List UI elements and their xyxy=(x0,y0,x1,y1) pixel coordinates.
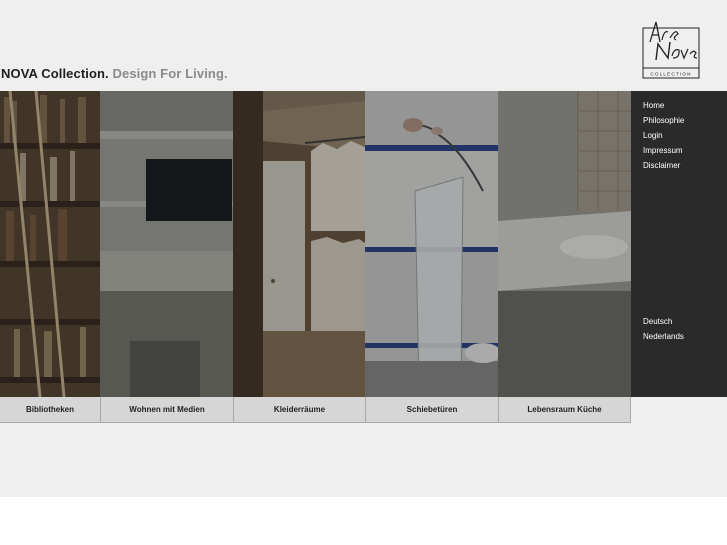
svg-text:COLLECTION: COLLECTION xyxy=(650,72,691,77)
side-menu: Home Philosophie Login Impressum Disclai… xyxy=(631,91,727,397)
tab-schiebetueren[interactable]: Schiebetüren xyxy=(365,397,499,423)
image-bibliotheken[interactable] xyxy=(0,91,100,397)
lang-nederlands[interactable]: Nederlands xyxy=(643,332,684,341)
image-schiebetueren[interactable] xyxy=(365,91,498,397)
site-tagline: NOVA Collection. Design For Living. xyxy=(1,66,228,81)
nav-impressum[interactable]: Impressum xyxy=(643,146,683,155)
category-tabs: Bibliotheken Wohnen mit Medien Kleiderrä… xyxy=(0,397,631,423)
ars-nova-logo[interactable]: COLLECTION xyxy=(642,16,700,80)
category-image-strip xyxy=(0,91,631,397)
tab-bibliotheken[interactable]: Bibliotheken xyxy=(0,397,101,423)
nav-philosophie[interactable]: Philosophie xyxy=(643,116,684,125)
nav-login[interactable]: Login xyxy=(643,131,663,140)
tab-kleiderraeume[interactable]: Kleiderräume xyxy=(233,397,366,423)
image-kleiderraeume[interactable] xyxy=(233,91,365,397)
image-wohnen-mit-medien[interactable] xyxy=(100,91,233,397)
nav-disclaimer[interactable]: Disclaimer xyxy=(643,161,680,170)
nav-home[interactable]: Home xyxy=(643,101,664,110)
image-lebensraum-kueche[interactable] xyxy=(498,91,631,397)
tab-lebensraum-kueche[interactable]: Lebensraum Küche xyxy=(498,397,631,423)
brand-motto: Design For Living. xyxy=(112,66,228,81)
tab-wohnen-mit-medien[interactable]: Wohnen mit Medien xyxy=(100,397,234,423)
brand-name: NOVA Collection. xyxy=(1,66,109,81)
lang-deutsch[interactable]: Deutsch xyxy=(643,317,672,326)
